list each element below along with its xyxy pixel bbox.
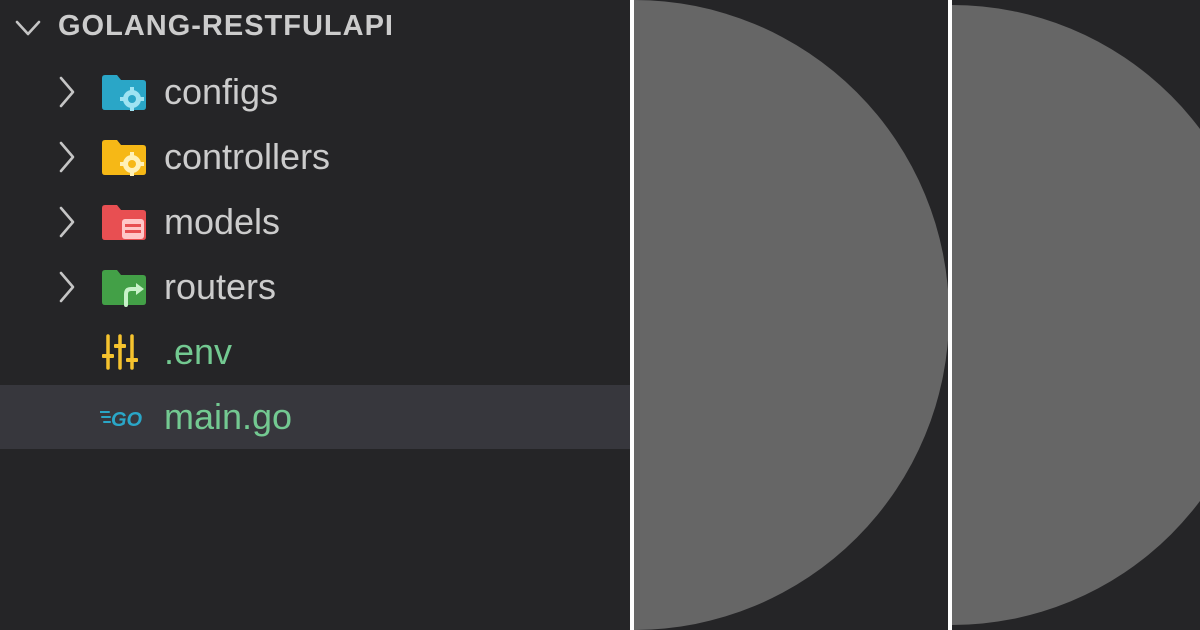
tree-item-label: controllers xyxy=(164,136,331,177)
project-folder-title: GOLANG-RESTFULAPI xyxy=(58,10,394,42)
folder-routes-icon xyxy=(102,270,146,307)
tree-item-label: configs xyxy=(164,71,279,112)
half-circle-shape xyxy=(952,5,1200,625)
env-settings-icon xyxy=(102,334,138,370)
decorative-panel xyxy=(952,0,1200,630)
chevron-right-icon[interactable] xyxy=(52,204,82,240)
decorative-panel xyxy=(634,0,948,630)
file-explorer: GOLANG-RESTFULAPI configs controllers mo… xyxy=(0,0,630,630)
tree-item-routers[interactable]: routers xyxy=(0,255,630,319)
folder-database-icon xyxy=(102,205,146,240)
chevron-right-icon[interactable] xyxy=(52,74,82,110)
tree-item-configs[interactable]: configs xyxy=(0,60,630,124)
folder-controller-icon xyxy=(102,140,146,176)
half-circle-shape xyxy=(634,0,948,630)
go-file-icon: GO xyxy=(100,409,143,431)
tree-item-controllers[interactable]: controllers xyxy=(0,125,630,189)
svg-text:GO: GO xyxy=(111,409,143,431)
chevron-right-icon[interactable] xyxy=(52,269,82,305)
screenshot-root: GOLANG-RESTFULAPI configs controllers mo… xyxy=(0,0,1200,630)
chevron-right-icon[interactable] xyxy=(52,139,82,175)
tree-item-label: routers xyxy=(164,266,277,307)
tree-item-label: main.go xyxy=(164,396,293,437)
chevron-down-icon[interactable] xyxy=(12,12,44,44)
tree-item-env[interactable]: .env xyxy=(0,320,630,384)
tree-item-models[interactable]: models xyxy=(0,190,630,254)
explorer-section-header[interactable]: GOLANG-RESTFULAPI xyxy=(0,0,630,54)
tree-item-main-go[interactable]: GO main.go xyxy=(0,385,630,449)
tree-item-label: models xyxy=(164,201,281,242)
folder-config-icon xyxy=(102,75,146,111)
tree-item-label: .env xyxy=(164,331,233,372)
